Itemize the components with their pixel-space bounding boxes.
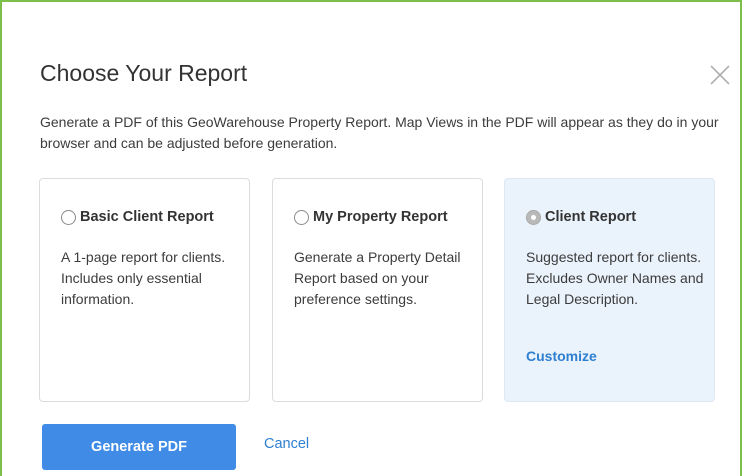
customize-link[interactable]: Customize [526,348,597,364]
option-label: Basic Client Report [80,209,214,225]
option-description: Suggested report for clients. Excludes O… [526,249,704,307]
option-description: A 1-page report for clients. Includes on… [61,249,226,307]
report-dialog: Choose Your Report Generate a PDF of thi… [0,0,742,476]
radio-client-report[interactable] [526,209,541,225]
radio-basic-client-report[interactable] [61,209,76,225]
generate-pdf-button[interactable]: Generate PDF [42,424,236,470]
option-label: Client Report [545,209,637,225]
dialog-title: Choose Your Report [40,60,248,86]
dialog-description: Generate a PDF of this GeoWarehouse Prop… [40,114,719,151]
option-description: Generate a Property Detail Report based … [294,249,461,307]
option-basic-client-report[interactable]: Basic Client Report A 1-page report for … [39,178,250,402]
option-label: My Property Report [313,209,448,225]
close-icon[interactable] [709,64,731,86]
option-my-property-report[interactable]: My Property Report Generate a Property D… [272,178,483,402]
cancel-link[interactable]: Cancel [264,436,309,452]
radio-my-property-report[interactable] [294,209,309,225]
option-client-report[interactable]: Client Report Suggested report for clien… [504,178,715,402]
